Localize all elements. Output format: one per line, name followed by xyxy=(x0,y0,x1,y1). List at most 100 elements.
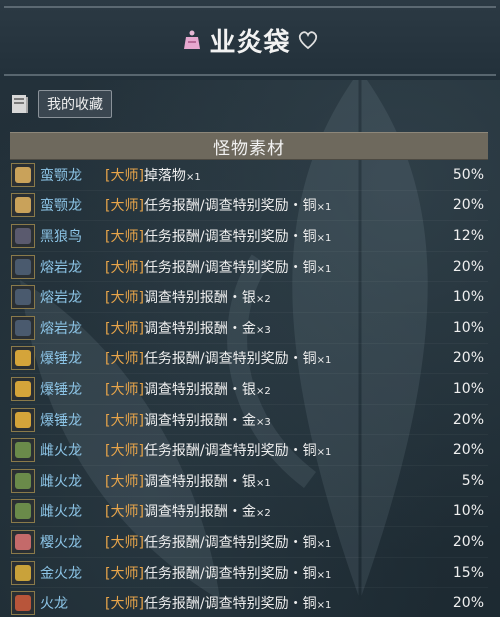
monster-icon xyxy=(11,346,35,371)
item-bag-icon xyxy=(184,30,201,49)
heart-icon[interactable] xyxy=(297,30,319,50)
drop-rate: 10% xyxy=(452,380,484,397)
monster-name[interactable]: 雌火龙 xyxy=(40,471,82,491)
material-row[interactable]: 雌火龙 [大师]调查特别报酬・金×2 10% xyxy=(10,497,488,528)
material-list: 蛮颚龙 [大师]掉落物×1 50% 蛮颚龙 [大师]任务报酬/调查特别奖励・铜×1 20%… xyxy=(10,160,488,617)
rank-label: [大师]任务报酬/调查特别奖励・铜×1 xyxy=(105,259,332,276)
rank-label: [大师]任务报酬/调查特别奖励・铜×1 xyxy=(105,443,332,460)
reward-desc: 任务报酬/调查特别奖励・铜 xyxy=(143,596,317,613)
monster-name[interactable]: 熔岩龙 xyxy=(40,287,82,307)
page: 业炎袋 我的收藏 怪物素材 蛮颚龙 [大师]掉落物×1 50% 蛮颚龙 [大师]任务报酬… xyxy=(0,0,500,617)
rank-label: [大师]调查特别报酬・银×2 xyxy=(105,381,271,398)
reward-desc: 调查特别报酬・金 xyxy=(143,412,256,429)
monster-icon xyxy=(11,468,35,493)
rank-label: [大师]任务报酬/调查特别奖励・铜×1 xyxy=(105,534,332,551)
material-row[interactable]: 黑狼鸟 [大师]任务报酬/调查特别奖励・铜×1 12% xyxy=(10,221,488,252)
monster-name[interactable]: 金火龙 xyxy=(40,563,82,583)
material-row[interactable]: 雌火龙 [大师]任务报酬/调查特别奖励・铜×1 20% xyxy=(10,435,488,466)
monster-name[interactable]: 黑狼鸟 xyxy=(40,226,82,246)
rank-label: [大师]调查特别报酬・金×2 xyxy=(105,504,271,521)
monster-name[interactable]: 爆锤龙 xyxy=(40,379,82,399)
reward-desc: 调查特别报酬・金 xyxy=(143,320,256,337)
drop-rate: 10% xyxy=(452,503,484,520)
reward-qty: ×3 xyxy=(255,416,271,428)
monster-name[interactable]: 蛮颚龙 xyxy=(40,195,82,215)
monster-icon xyxy=(11,193,35,218)
drop-rate: 12% xyxy=(452,227,484,244)
material-row[interactable]: 樱火龙 [大师]任务报酬/调查特别奖励・铜×1 20% xyxy=(10,527,488,558)
monster-name[interactable]: 爆锤龙 xyxy=(40,348,82,368)
frame-bottom xyxy=(4,74,496,76)
reward-desc: 任务报酬/调查特别奖励・铜 xyxy=(143,259,317,276)
drop-rate: 20% xyxy=(452,442,484,459)
reward-qty: ×1 xyxy=(316,232,332,244)
monster-icon xyxy=(11,223,35,248)
reward-desc: 任务报酬/调查特别奖励・铜 xyxy=(143,351,317,368)
rank-label: [大师]任务报酬/调查特别奖励・铜×1 xyxy=(105,596,332,613)
monster-icon xyxy=(11,560,35,585)
monster-name[interactable]: 熔岩龙 xyxy=(40,257,82,277)
monster-icon xyxy=(11,591,35,616)
monster-name[interactable]: 蛮颚龙 xyxy=(40,165,82,185)
section-header: 怪物素材 xyxy=(10,132,488,160)
material-row[interactable]: 熔岩龙 [大师]调查特别报酬・银×2 10% xyxy=(10,282,488,313)
monster-name[interactable]: 樱火龙 xyxy=(40,532,82,552)
book-icon xyxy=(12,95,28,113)
monster-name[interactable]: 熔岩龙 xyxy=(40,318,82,338)
reward-qty: ×2 xyxy=(255,294,271,306)
reward-qty: ×1 xyxy=(255,477,271,489)
drop-rate: 20% xyxy=(452,411,484,428)
rank-label: [大师]调查特别报酬・金×3 xyxy=(105,320,271,337)
material-row[interactable]: 蛮颚龙 [大师]任务报酬/调查特别奖励・铜×1 20% xyxy=(10,191,488,222)
reward-desc: 任务报酬/调查特别奖励・铜 xyxy=(143,534,317,551)
frame-top xyxy=(4,6,496,8)
material-row[interactable]: 金火龙 [大师]任务报酬/调查特别奖励・铜×1 15% xyxy=(10,558,488,589)
drop-rate: 20% xyxy=(452,258,484,275)
reward-qty: ×1 xyxy=(316,600,332,612)
material-row[interactable]: 火龙 [大师]任务报酬/调查特别奖励・铜×1 20% xyxy=(10,588,488,617)
rank-label: [大师]调查特别报酬・金×3 xyxy=(105,412,271,429)
reward-qty: ×1 xyxy=(316,538,332,550)
monster-icon xyxy=(11,376,35,401)
header: 业炎袋 xyxy=(0,0,500,80)
drop-rate: 50% xyxy=(452,166,484,183)
material-row[interactable]: 爆锤龙 [大师]调查特别报酬・金×3 20% xyxy=(10,405,488,436)
drop-rate: 10% xyxy=(452,319,484,336)
monster-name[interactable]: 火龙 xyxy=(40,593,68,613)
monster-name[interactable]: 爆锤龙 xyxy=(40,410,82,430)
monster-icon xyxy=(11,407,35,432)
favorites-button[interactable]: 我的收藏 xyxy=(38,90,112,118)
material-row[interactable]: 爆锤龙 [大师]任务报酬/调查特别奖励・铜×1 20% xyxy=(10,344,488,375)
material-row[interactable]: 雌火龙 [大师]调查特别报酬・银×1 5% xyxy=(10,466,488,497)
rank-label: [大师]任务报酬/调查特别奖励・铜×1 xyxy=(105,565,332,582)
reward-desc: 调查特别报酬・银 xyxy=(143,473,256,490)
reward-desc: 任务报酬/调查特别奖励・铜 xyxy=(143,228,317,245)
material-row[interactable]: 蛮颚龙 [大师]掉落物×1 50% xyxy=(10,160,488,191)
reward-qty: ×1 xyxy=(316,202,332,214)
monster-name[interactable]: 雌火龙 xyxy=(40,440,82,460)
rank-label: [大师]任务报酬/调查特别奖励・铜×1 xyxy=(105,198,332,215)
monster-icon xyxy=(11,529,35,554)
drop-rate: 20% xyxy=(452,350,484,367)
drop-rate: 20% xyxy=(452,533,484,550)
reward-desc: 任务报酬/调查特别奖励・铜 xyxy=(143,443,317,460)
rank-label: [大师]调查特别报酬・银×2 xyxy=(105,290,271,307)
monster-icon xyxy=(11,315,35,340)
drop-rate: 10% xyxy=(452,289,484,306)
reward-qty: ×3 xyxy=(255,324,271,336)
material-row[interactable]: 爆锤龙 [大师]调查特别报酬・银×2 10% xyxy=(10,374,488,405)
rank-label: [大师]掉落物×1 xyxy=(105,167,201,184)
drop-rate: 20% xyxy=(452,595,484,612)
reward-desc: 任务报酬/调查特别奖励・铜 xyxy=(143,198,317,215)
title-bar: 业炎袋 xyxy=(0,20,500,60)
reward-qty: ×2 xyxy=(255,385,271,397)
favorites-row: 我的收藏 xyxy=(10,90,112,118)
drop-rate: 15% xyxy=(452,564,484,581)
reward-qty: ×1 xyxy=(316,569,332,581)
drop-rate: 20% xyxy=(452,197,484,214)
reward-qty: ×1 xyxy=(316,447,332,459)
page-title: 业炎袋 xyxy=(209,27,291,58)
material-row[interactable]: 熔岩龙 [大师]任务报酬/调查特别奖励・铜×1 20% xyxy=(10,252,488,283)
monster-name[interactable]: 雌火龙 xyxy=(40,501,82,521)
material-row[interactable]: 熔岩龙 [大师]调查特别报酬・金×3 10% xyxy=(10,313,488,344)
